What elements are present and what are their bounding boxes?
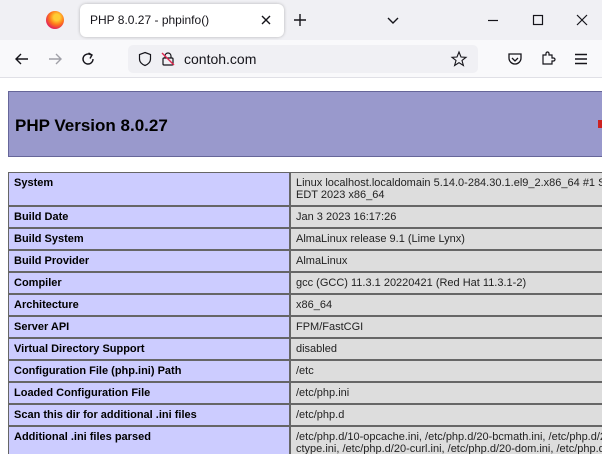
url-bar[interactable]: contoh.com [128,45,478,73]
extensions-icon[interactable] [539,49,557,67]
reload-icon[interactable] [79,50,97,68]
table-row: Build System AlmaLinux release 9.1 (Lime… [8,228,602,250]
row-key: Architecture [8,294,290,316]
table-row: Additional .ini files parsed /etc/php.d/… [8,426,602,454]
close-icon[interactable] [258,12,274,28]
row-value: AlmaLinux [290,250,602,272]
page-title: PHP Version 8.0.27 [15,116,168,135]
table-row: Virtual Directory Support disabled [8,338,602,360]
navigation-toolbar: contoh.com [0,40,602,78]
tab-title: PHP 8.0.27 - phpinfo() [90,13,210,27]
row-key: Additional .ini files parsed [8,426,290,454]
row-value: /etc [290,360,602,382]
minimize-icon[interactable] [484,11,502,29]
row-value: FPM/FastCGI [290,316,602,338]
insecure-lock-icon[interactable] [160,51,176,67]
table-row: System Linux localhost.localdomain 5.14.… [8,172,602,206]
row-key: Build Date [8,206,290,228]
row-key: System [8,172,290,206]
close-icon[interactable] [573,11,591,29]
row-value: x86_64 [290,294,602,316]
chevron-down-icon[interactable] [385,12,401,28]
row-key: Configuration File (php.ini) Path [8,360,290,382]
firefox-logo [46,11,64,29]
pocket-icon[interactable] [506,50,524,68]
tab-phpinfo[interactable]: PHP 8.0.27 - phpinfo() [80,4,284,37]
row-value: AlmaLinux release 9.1 (Lime Lynx) [290,228,602,250]
row-value: /etc/php.d/10-opcache.ini, /etc/php.d/20… [290,426,602,454]
row-key: Compiler [8,272,290,294]
star-icon[interactable] [450,50,468,68]
back-arrow-icon[interactable] [13,50,31,68]
table-row: Build Provider AlmaLinux [8,250,602,272]
row-value: Jan 3 2023 16:17:26 [290,206,602,228]
table-row: Compiler gcc (GCC) 11.3.1 20220421 (Red … [8,272,602,294]
table-row: Configuration File (php.ini) Path /etc [8,360,602,382]
row-value: /etc/php.d [290,404,602,426]
row-key: Build System [8,228,290,250]
row-value: gcc (GCC) 11.3.1 20220421 (Red Hat 11.3.… [290,272,602,294]
row-key: Scan this dir for additional .ini files [8,404,290,426]
page-content: PHP Version 8.0.27 System Linux localhos… [0,79,602,454]
table-row: Scan this dir for additional .ini files … [8,404,602,426]
php-header: PHP Version 8.0.27 [8,91,602,157]
row-key: Loaded Configuration File [8,382,290,404]
row-key: Build Provider [8,250,290,272]
maximize-icon[interactable] [529,11,547,29]
menu-icon[interactable] [572,50,590,68]
shield-icon[interactable] [137,51,153,67]
row-value: Linux localhost.localdomain 5.14.0-284.3… [290,172,602,206]
table-row: Build Date Jan 3 2023 16:17:26 [8,206,602,228]
row-value: /etc/php.ini [290,382,602,404]
row-value: disabled [290,338,602,360]
table-row: Loaded Configuration File /etc/php.ini [8,382,602,404]
table-row: Architecture x86_64 [8,294,602,316]
tab-strip: PHP 8.0.27 - phpinfo() [0,0,602,40]
row-key: Server API [8,316,290,338]
php-logo-edge [598,120,602,128]
table-row: Server API FPM/FastCGI [8,316,602,338]
phpinfo-table: System Linux localhost.localdomain 5.14.… [8,172,602,454]
row-key: Virtual Directory Support [8,338,290,360]
forward-arrow-icon[interactable] [46,50,64,68]
plus-icon[interactable] [291,11,309,29]
url-text[interactable]: contoh.com [184,51,256,67]
